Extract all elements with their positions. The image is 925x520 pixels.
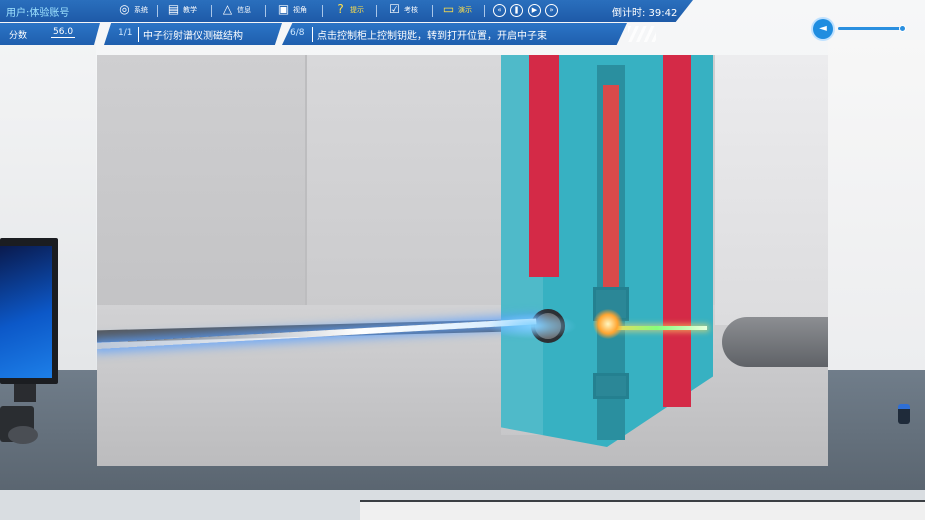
toolbar-divider: [157, 5, 158, 17]
volume-slider[interactable]: [838, 27, 904, 30]
top-toolbar: 用户:体验账号 ◎ 系统 ▤ 教学 △ 信息 ▣ 视角 ? 提示 ☑ 考核 ▭ …: [0, 0, 693, 22]
toolbar-divider: [484, 5, 485, 17]
pause-icon[interactable]: ❚: [510, 4, 523, 17]
toolbar-divider: [211, 5, 212, 17]
sample-bottle[interactable]: [898, 404, 910, 424]
monitor-icon: ▭: [442, 2, 455, 16]
step-instruction: 点击控制柜上控制钥匙，转到打开位置，开启中子束: [312, 27, 547, 42]
monitor-screen: [0, 246, 52, 378]
computer-mouse: [8, 426, 38, 444]
warning-triangle-icon: △: [222, 2, 233, 16]
countdown-timer: 倒计时: 39:42: [612, 8, 678, 19]
score-label: 分数: [9, 31, 28, 41]
user-label: 用户:体验账号: [6, 8, 70, 19]
toolbar-hint-label: 提示: [350, 5, 364, 14]
score-value: 56.0: [51, 27, 76, 38]
toolbar-teaching-label: 教学: [183, 5, 197, 14]
toolbar-divider: [265, 5, 266, 17]
beam-exit-pipe: [722, 317, 828, 367]
image-view-icon: ▣: [277, 2, 290, 16]
toolbar-divider: [432, 5, 433, 17]
neutron-beam-viewport[interactable]: [97, 55, 828, 466]
toolbar-divider: [376, 5, 377, 17]
shield-panel-left: [97, 55, 307, 335]
lab-wall-right: [828, 40, 925, 370]
toolbar-hint[interactable]: ? 提示: [334, 3, 364, 16]
toolbar-system-label: 系统: [134, 5, 148, 14]
speaker-icon[interactable]: ◄: [813, 19, 833, 39]
monitor-stand: [14, 384, 36, 402]
toolbar-teaching[interactable]: ▤ 教学: [167, 3, 197, 16]
clipboard-icon: ☑: [389, 2, 400, 16]
shield-panel-right: [715, 55, 828, 325]
control-cabinet-top[interactable]: [360, 500, 925, 520]
fast-forward-icon[interactable]: »: [545, 4, 558, 17]
play-icon[interactable]: ▶: [528, 4, 541, 17]
toolbar-view[interactable]: ▣ 视角: [277, 3, 307, 16]
shield-red-left: [529, 55, 559, 277]
toolbar-info[interactable]: △ 信息: [221, 3, 251, 16]
toolbar-assessment-label: 考核: [404, 5, 418, 14]
globe-icon: ◎: [119, 2, 130, 16]
chapter-title: 中子衍射谱仪测磁结构: [138, 27, 243, 42]
volume-slider-handle[interactable]: [899, 25, 906, 32]
rewind-icon[interactable]: «: [493, 4, 506, 17]
toolbar-divider: [322, 5, 323, 17]
toolbar-demo-label: 演示: [458, 5, 472, 14]
step-counter: 6/8: [290, 28, 305, 38]
toolbar-demo[interactable]: ▭ 演示: [442, 3, 472, 16]
beam-impact-flare: [593, 309, 623, 339]
toolbar-system[interactable]: ◎ 系统: [118, 3, 148, 16]
toolbar-view-label: 视角: [293, 5, 307, 14]
shield-red-right: [663, 55, 691, 407]
sample-rod: [603, 85, 619, 295]
beam-glow: [487, 313, 577, 339]
decorative-stripes: [628, 26, 656, 42]
channel-block: [593, 373, 629, 399]
shield-panel-middle: [307, 55, 502, 305]
teaching-icon: ▤: [167, 2, 180, 16]
toolbar-assessment[interactable]: ☑ 考核: [388, 3, 418, 16]
toolbar-info-label: 信息: [237, 5, 251, 14]
question-icon: ?: [337, 2, 344, 16]
progress-bar-row: 分数 56.0 1/1 中子衍射谱仪测磁结构 6/8 点击控制柜上控制钥匙，转到…: [0, 23, 660, 45]
chapter-counter: 1/1: [118, 28, 133, 38]
